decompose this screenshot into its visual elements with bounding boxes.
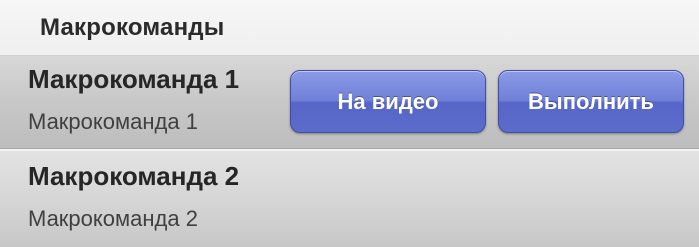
- run-button[interactable]: Выполнить: [498, 70, 684, 133]
- list-item-title: Макрокоманда 2: [28, 161, 240, 191]
- section-title: Макрокоманды: [40, 14, 225, 41]
- list-item-title: Макрокоманда 1: [28, 64, 240, 94]
- list-item-subtitle: Макрокоманда 2: [28, 206, 198, 231]
- macro-list-screen: Макрокоманды Макрокоманда 1 Макрокоманда…: [0, 0, 699, 247]
- list-item-subtitle: Макрокоманда 1: [28, 109, 198, 134]
- list-item-macro-2[interactable]: Макрокоманда 2 Макрокоманда 2: [0, 149, 699, 247]
- list-item-macro-1[interactable]: Макрокоманда 1 Макрокоманда 1 На видео В…: [0, 56, 699, 149]
- on-video-button[interactable]: На видео: [290, 70, 486, 133]
- section-header: Макрокоманды: [0, 0, 699, 56]
